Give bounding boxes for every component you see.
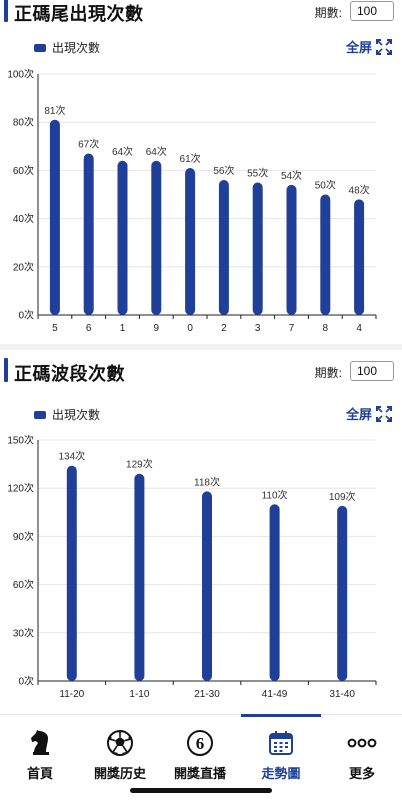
bar bbox=[286, 184, 297, 315]
x-tick-label: 0 bbox=[187, 323, 193, 334]
x-tick-label: 21-30 bbox=[194, 689, 220, 700]
number-six-icon: 6 bbox=[187, 730, 213, 756]
x-tick-label: 6 bbox=[86, 323, 92, 334]
y-tick-label: 60次 bbox=[13, 164, 34, 177]
tab-label: 走勢圖 bbox=[261, 766, 301, 781]
data-label: 64次 bbox=[146, 145, 167, 158]
bar bbox=[66, 465, 77, 681]
data-label: 55次 bbox=[247, 166, 268, 179]
bar bbox=[354, 199, 365, 315]
y-tick-label: 30次 bbox=[13, 626, 34, 639]
bar bbox=[49, 119, 60, 315]
knight-icon bbox=[31, 730, 49, 755]
y-tick-label: 150次 bbox=[7, 434, 34, 447]
bar bbox=[202, 491, 212, 681]
soccer-ball-icon bbox=[107, 730, 133, 756]
six-glyph: 6 bbox=[196, 734, 205, 753]
band-count-chart: 0次 30次 60次 90次 120次 150次 134次 11-20 129次 1-10 118次… bbox=[7, 434, 377, 700]
y-tick-label: 100次 bbox=[7, 68, 34, 81]
active-tab-indicator bbox=[241, 714, 321, 717]
y-tick-label: 80次 bbox=[13, 116, 34, 129]
data-label: 118次 bbox=[194, 475, 220, 488]
x-tick-label: 11-20 bbox=[59, 689, 84, 700]
x-tick-label: 8 bbox=[323, 323, 329, 334]
bar bbox=[320, 194, 331, 315]
data-label: 81次 bbox=[44, 104, 65, 117]
x-tick-label: 31-40 bbox=[329, 689, 355, 700]
y-tick-label: 90次 bbox=[13, 530, 34, 543]
x-tick-label: 3 bbox=[255, 323, 261, 334]
data-label: 110次 bbox=[262, 488, 288, 501]
x-tick-label: 1 bbox=[120, 323, 126, 334]
x-tick-label: 7 bbox=[289, 323, 295, 334]
tab-home[interactable]: 首頁 bbox=[0, 729, 80, 782]
tail-count-chart: 0次 20次 40次 60次 80次 100次 81次 5 67次 6 64次 1 64次 9 61次 0 56… bbox=[7, 68, 377, 334]
more-dots-icon bbox=[347, 738, 377, 748]
data-label: 54次 bbox=[281, 169, 302, 182]
data-label: 50次 bbox=[315, 179, 336, 192]
data-label: 64次 bbox=[112, 145, 133, 158]
tab-label: 更多 bbox=[348, 766, 375, 781]
tail-count-section: 正碼尾出現次數 期數: 出現次數 全屏 0次20次40次60次80次100次81… bbox=[0, 0, 402, 345]
tab-draw-history[interactable]: 開獎历史 bbox=[80, 729, 160, 782]
band-count-section: 正碼波段次數 期數: 出現次數 全屏 0次30次60次90次120次150次13… bbox=[0, 350, 402, 710]
bar bbox=[337, 505, 348, 681]
y-tick-label: 20次 bbox=[13, 260, 34, 273]
x-tick-label: 2 bbox=[221, 323, 227, 334]
bar bbox=[151, 160, 162, 315]
data-label: 67次 bbox=[78, 138, 99, 151]
bar bbox=[134, 473, 145, 681]
x-tick-label: 1-10 bbox=[129, 689, 149, 700]
bar bbox=[269, 504, 280, 681]
x-tick-label: 9 bbox=[154, 323, 160, 334]
tab-live-draw[interactable]: 6 開獎直播 bbox=[160, 729, 240, 782]
data-label: 56次 bbox=[213, 164, 234, 177]
tab-label: 開獎历史 bbox=[93, 766, 146, 781]
bar bbox=[218, 180, 229, 315]
y-tick-label: 40次 bbox=[13, 212, 34, 225]
data-label: 134次 bbox=[58, 450, 85, 463]
bottom-tab-bar: 首頁 開獎历史 6 開獎直播 走勢圖 更多 bbox=[0, 714, 402, 801]
bar bbox=[252, 182, 263, 315]
y-tick-label: 120次 bbox=[7, 482, 34, 495]
x-tick-label: 41-49 bbox=[262, 689, 288, 700]
y-tick-label: 60次 bbox=[13, 578, 34, 591]
y-tick-label: 0次 bbox=[18, 675, 34, 688]
x-tick-label: 4 bbox=[356, 323, 362, 334]
tab-trend-chart[interactable]: 走勢圖 bbox=[241, 729, 321, 782]
bar bbox=[185, 167, 196, 315]
calendar-icon bbox=[269, 731, 293, 755]
tab-label: 首頁 bbox=[26, 766, 53, 781]
data-label: 48次 bbox=[349, 183, 370, 196]
x-tick-label: 5 bbox=[52, 323, 58, 334]
data-label: 129次 bbox=[126, 458, 153, 471]
data-label: 61次 bbox=[180, 152, 201, 165]
bar bbox=[83, 153, 94, 315]
tab-more[interactable]: 更多 bbox=[322, 729, 402, 782]
tab-label: 開獎直播 bbox=[173, 766, 226, 781]
data-label: 109次 bbox=[329, 490, 356, 503]
bar bbox=[117, 160, 128, 315]
y-tick-label: 0次 bbox=[18, 309, 34, 322]
home-indicator bbox=[130, 788, 272, 793]
